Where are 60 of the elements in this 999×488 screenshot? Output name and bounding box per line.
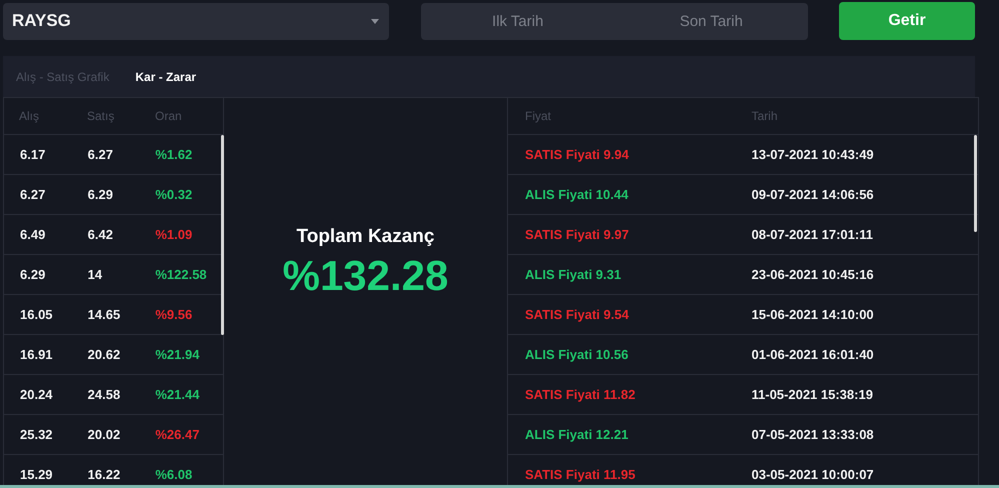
scrollbar-thumb[interactable]: [221, 135, 224, 335]
table-cell-text: 6.27: [20, 187, 46, 202]
table-cell-text: %21.94: [155, 347, 200, 362]
table-cell-text: %122.58: [155, 267, 208, 282]
table-cell-text: %0.32: [155, 187, 194, 202]
date-range-field[interactable]: Ilk Tarih Son Tarih: [421, 2, 808, 40]
table-cell-text: %21.44: [155, 387, 200, 402]
table-cell-text: 13-07-2021 10:43:49: [752, 147, 875, 162]
table-cell-text: 14.65: [88, 307, 122, 322]
table-cell-text: 16.22: [88, 467, 122, 482]
table-cell-text: SATIS Fiyati 11.95: [525, 467, 636, 482]
table-cell-text: 25.32: [20, 427, 54, 442]
table-cell-text: 6.29: [88, 187, 114, 202]
column-header: Tarih: [752, 109, 779, 123]
table-cell-text: ALIS Fiyati 12.21: [525, 427, 630, 442]
table-cell-text: 6.42: [88, 227, 114, 242]
table-cell-text: 16.91: [20, 347, 54, 362]
table-cell-text: 07-05-2021 13:33:08: [752, 427, 875, 442]
total-value: %132.28: [282, 252, 448, 300]
total-label: Toplam Kazanç: [296, 226, 434, 248]
table-cell-text: 08-07-2021 17:01:11: [752, 227, 874, 242]
table-cell-text: 16.05: [20, 307, 54, 322]
table-cell-text: 15.29: [20, 467, 54, 482]
table-cell-text: SATIS Fiyati 11.82: [525, 387, 636, 402]
column-header: Satış: [87, 109, 116, 123]
table-cell-text: %9.56: [155, 307, 194, 322]
table-cell-text: 14: [88, 267, 104, 282]
table-cell-text: 15-06-2021 14:10:00: [752, 307, 875, 322]
table-cell-text: 6.27: [88, 147, 114, 162]
table-cell-text: 23-06-2021 10:45:16: [752, 267, 875, 282]
table-cell-text: 03-05-2021 10:00:07: [752, 467, 875, 482]
table-cell-text: SATIS Fiyati 9.94: [525, 147, 630, 162]
table-cell-text: 24.58: [88, 387, 122, 402]
table-cell-text: SATIS Fiyati 9.97: [525, 227, 630, 242]
table-cell-text: ALIS Fiyati 10.44: [525, 187, 630, 202]
table-cell-text: 6.49: [20, 227, 46, 242]
table-cell-text: 20.24: [20, 387, 54, 402]
table-cell-text: 01-06-2021 16:01:40: [752, 347, 875, 362]
table-cell-text: 20.02: [88, 427, 122, 442]
caret-icon: [371, 18, 379, 24]
start-date-input[interactable]: Ilk Tarih: [421, 2, 614, 40]
column-header: Alış: [19, 109, 40, 123]
scrollbar-thumb[interactable]: [974, 135, 977, 232]
table-cell-text: 6.17: [20, 147, 46, 162]
tab[interactable]: Kar - Zarar: [135, 70, 210, 84]
table-cell-text: %1.09: [155, 227, 194, 242]
table-cell-text: %1.62: [155, 147, 194, 162]
column-header: Fiyat: [525, 109, 552, 123]
table-cell-text: 09-07-2021 14:06:56: [752, 187, 875, 202]
table-cell-text: 6.29: [20, 267, 46, 282]
table-cell-text: SATIS Fiyati 9.54: [525, 307, 630, 322]
column-header: Oran: [155, 109, 183, 123]
table-cell-text: %6.08: [155, 467, 194, 482]
end-date-input[interactable]: Son Tarih: [614, 2, 808, 40]
table-cell-text: ALIS Fiyati 10.56: [525, 347, 630, 362]
table-cell-text: 20.62: [88, 347, 122, 362]
table-cell-text: %26.47: [155, 427, 200, 442]
table-cell-text: 11-05-2021 15:38:19: [752, 387, 874, 402]
table-cell-text: ALIS Fiyati 9.31: [525, 267, 622, 282]
symbol-select[interactable]: RAYSG: [3, 2, 389, 40]
